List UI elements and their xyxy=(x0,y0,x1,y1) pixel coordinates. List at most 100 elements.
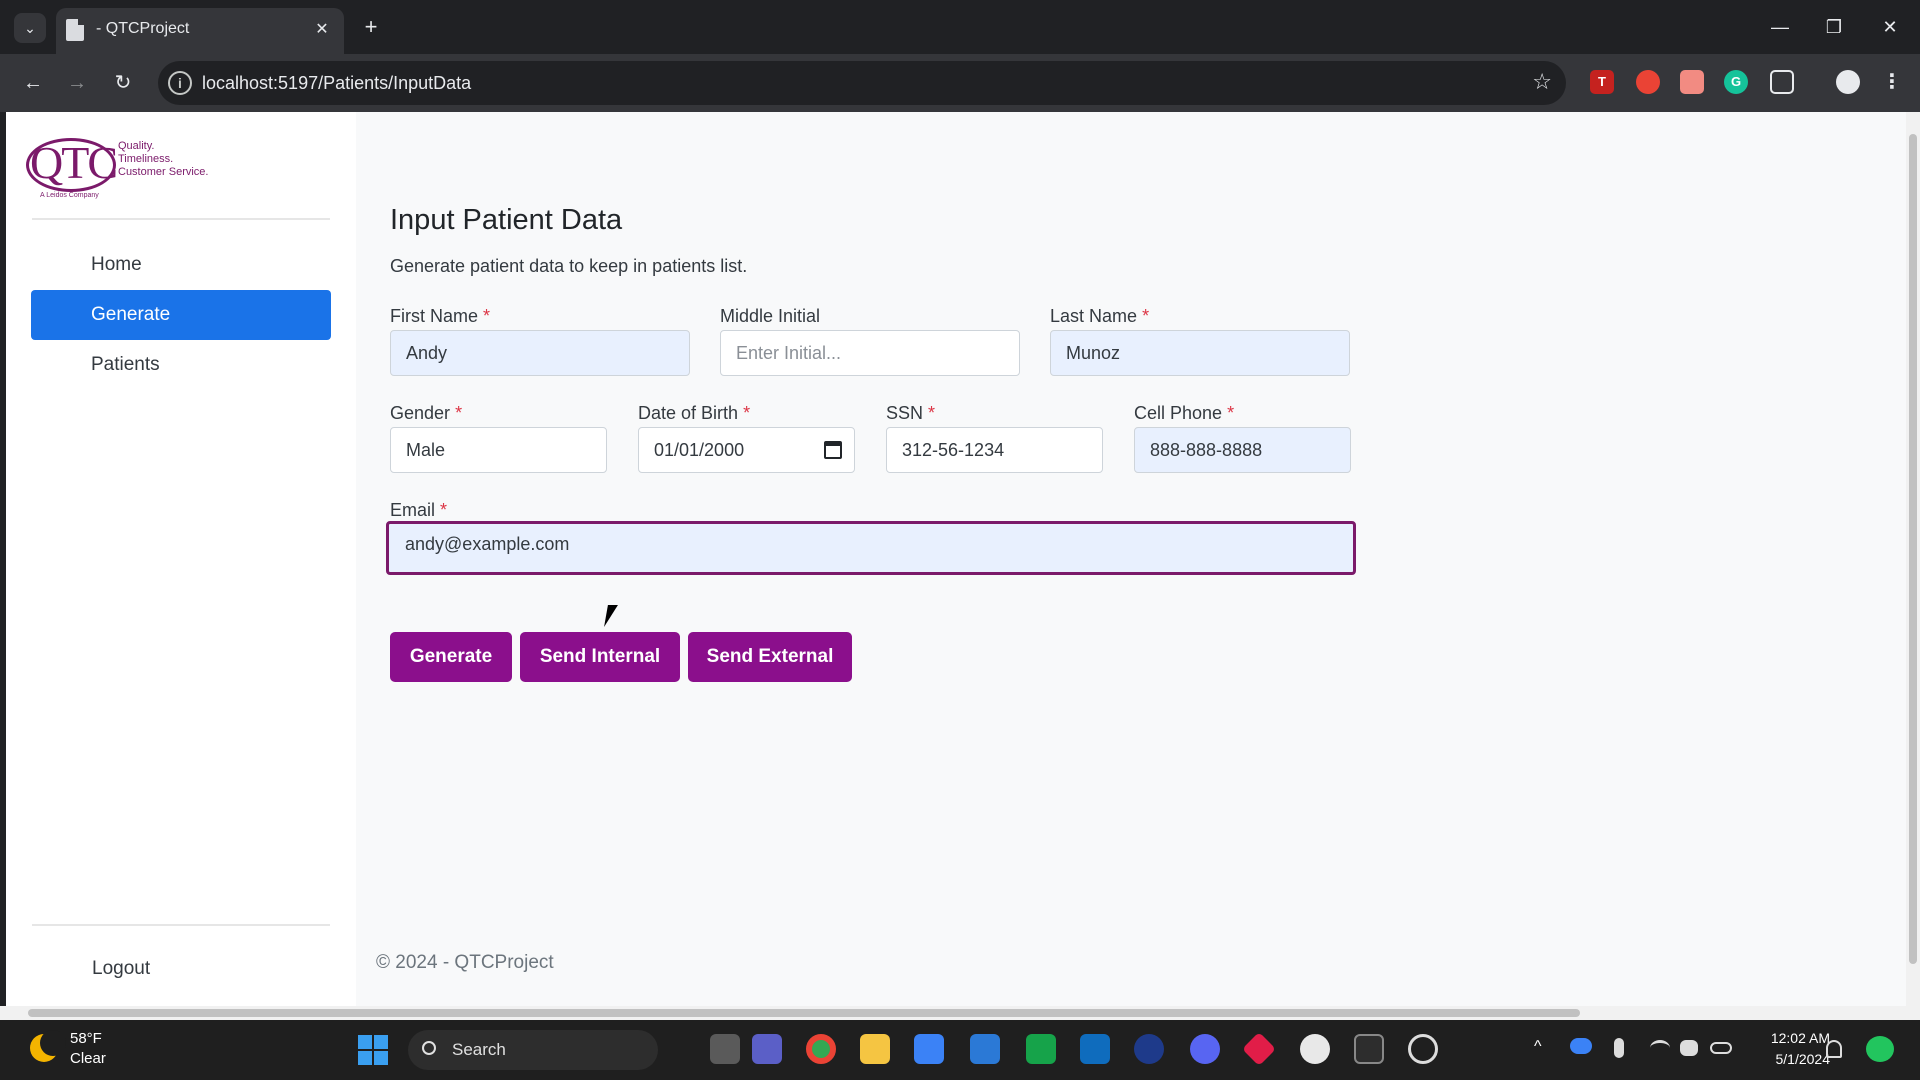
outlook-icon[interactable] xyxy=(1080,1034,1110,1064)
mail-icon[interactable] xyxy=(970,1034,1000,1064)
discord-icon[interactable] xyxy=(1190,1034,1220,1064)
bookmark-star-icon[interactable]: ☆ xyxy=(1532,69,1552,95)
microsoft-store-icon[interactable] xyxy=(914,1034,944,1064)
microphone-icon[interactable] xyxy=(1614,1038,1624,1058)
weather-temperature[interactable]: 58°F xyxy=(70,1030,102,1047)
sidebar: QTC Quality. Timeliness. Customer Servic… xyxy=(6,112,356,1006)
dob-input[interactable]: 01/01/2000 xyxy=(638,427,855,473)
logout-link[interactable]: Logout xyxy=(92,958,150,980)
cell-phone-input[interactable]: 888-888-8888 xyxy=(1134,427,1351,473)
page-description: Generate patient data to keep in patient… xyxy=(390,256,748,276)
email-input[interactable]: andy@example.com xyxy=(386,521,1356,575)
horizontal-scrollbar[interactable] xyxy=(0,1006,1920,1020)
clock-time[interactable]: 12:02 AM xyxy=(1746,1030,1830,1046)
minimize-button[interactable]: — xyxy=(1760,10,1800,44)
ssn-input[interactable]: 312-56-1234 xyxy=(886,427,1103,473)
site-info-icon[interactable]: i xyxy=(168,71,192,95)
start-tile xyxy=(358,1051,372,1065)
extension-tp-icon[interactable]: T xyxy=(1590,70,1614,94)
sidebar-divider-top xyxy=(32,218,330,220)
qtc-logo[interactable]: QTC Quality. Timeliness. Customer Servic… xyxy=(26,134,250,206)
logo-tagline-3: Customer Service. xyxy=(118,166,209,178)
start-tile xyxy=(358,1035,372,1049)
required-marker: * xyxy=(483,306,491,326)
clock-date[interactable]: 5/1/2024 xyxy=(1746,1051,1831,1067)
app-circle-icon[interactable] xyxy=(1134,1034,1164,1064)
vertical-scrollbar-thumb[interactable] xyxy=(1909,134,1917,964)
browser-tab[interactable]: - QTCProject ✕ xyxy=(56,8,344,54)
teams-icon[interactable] xyxy=(752,1034,782,1064)
extension-screen-icon[interactable] xyxy=(1680,70,1704,94)
required-marker: * xyxy=(743,403,751,423)
close-window-button[interactable]: ✕ xyxy=(1870,10,1910,44)
url-text[interactable]: localhost:5197/Patients/InputData xyxy=(202,73,471,94)
browser-tab-bar: ⌄ - QTCProject ✕ + — ❐ ✕ xyxy=(0,0,1920,54)
browser-menu-icon[interactable]: ⋮ xyxy=(1880,70,1904,94)
tab-search-button[interactable]: ⌄ xyxy=(14,13,46,43)
required-marker: * xyxy=(440,500,448,520)
start-button[interactable] xyxy=(358,1035,388,1065)
first-name-input[interactable]: Andy xyxy=(390,330,690,376)
extension-record-icon[interactable] xyxy=(1636,70,1660,94)
gender-input[interactable]: Male xyxy=(390,427,607,473)
generate-button[interactable]: Generate xyxy=(390,632,512,682)
required-marker: * xyxy=(928,403,936,423)
main-content: Input Patient Data Generate patient data… xyxy=(356,112,1912,1006)
page-viewport: QTC Quality. Timeliness. Customer Servic… xyxy=(6,112,1920,1006)
slack-icon[interactable] xyxy=(1300,1034,1330,1064)
notification-bell-icon[interactable] xyxy=(1826,1040,1842,1058)
calendar-icon[interactable] xyxy=(824,441,842,459)
windows-taskbar: 58°F Clear Search ^ 12:02 AM 5/1/2024 xyxy=(0,1020,1920,1080)
copilot-icon[interactable] xyxy=(1866,1036,1894,1062)
page-title: Input Patient Data xyxy=(390,204,623,236)
wifi-icon[interactable] xyxy=(1650,1040,1670,1056)
task-view-icon[interactable] xyxy=(710,1034,740,1064)
extension-grammarly-icon[interactable]: G xyxy=(1724,70,1748,94)
middle-initial-input[interactable]: Enter Initial... xyxy=(720,330,1020,376)
address-bar[interactable]: i localhost:5197/Patients/InputData ☆ xyxy=(158,61,1566,105)
forward-button[interactable]: → xyxy=(60,66,94,100)
speaker-muted-icon[interactable] xyxy=(1680,1040,1698,1056)
vertical-scrollbar[interactable] xyxy=(1906,112,1920,1006)
taskbar-search[interactable]: Search xyxy=(408,1030,658,1070)
onedrive-icon[interactable] xyxy=(1570,1038,1592,1054)
send-internal-button[interactable]: Send Internal xyxy=(520,632,680,682)
profile-avatar-icon[interactable] xyxy=(1836,70,1860,94)
gender-label: Gender * xyxy=(390,403,462,424)
cell-phone-label: Cell Phone * xyxy=(1134,403,1234,424)
page-favicon-icon xyxy=(66,19,84,41)
sidebar-item-patients[interactable]: Patients xyxy=(31,340,331,390)
terminal-icon[interactable] xyxy=(1354,1034,1384,1064)
restore-button[interactable]: ❐ xyxy=(1814,10,1854,44)
logo-tagline-1: Quality. xyxy=(118,140,155,152)
file-explorer-icon[interactable] xyxy=(860,1034,890,1064)
battery-icon[interactable] xyxy=(1710,1042,1732,1054)
page-footer: © 2024 - QTCProject xyxy=(376,952,554,973)
back-button[interactable]: ← xyxy=(16,66,50,100)
dob-label-text: Date of Birth xyxy=(638,403,739,423)
sidebar-item-home[interactable]: Home xyxy=(31,240,331,290)
chrome-icon[interactable] xyxy=(806,1034,836,1064)
horizontal-scrollbar-thumb[interactable] xyxy=(28,1009,1580,1017)
tab-close-icon[interactable]: ✕ xyxy=(310,18,334,42)
required-marker: * xyxy=(1142,306,1150,326)
send-external-button[interactable]: Send External xyxy=(688,632,852,682)
start-tile xyxy=(374,1051,388,1065)
weather-condition[interactable]: Clear xyxy=(70,1050,106,1067)
last-name-input[interactable]: Munoz xyxy=(1050,330,1350,376)
sidebar-item-generate[interactable]: Generate xyxy=(31,290,331,340)
weather-moon-icon[interactable] xyxy=(30,1030,66,1062)
logo-mark: QTC xyxy=(26,134,118,192)
settings-gear-icon[interactable] xyxy=(1408,1034,1438,1064)
red-diamond-app-icon[interactable] xyxy=(1242,1032,1276,1066)
new-tab-button[interactable]: + xyxy=(356,13,386,43)
extensions-puzzle-icon[interactable] xyxy=(1770,70,1794,94)
browser-toolbar: ← → ↻ i localhost:5197/Patients/InputDat… xyxy=(0,54,1920,112)
tray-overflow-chevron-icon[interactable]: ^ xyxy=(1534,1038,1542,1056)
dob-value: 01/01/2000 xyxy=(654,440,745,460)
logo-tagline-2: Timeliness. xyxy=(118,153,174,165)
reload-button[interactable]: ↻ xyxy=(106,66,140,100)
xbox-icon[interactable] xyxy=(1026,1034,1056,1064)
middle-initial-label: Middle Initial xyxy=(720,306,821,326)
last-name-label-text: Last Name xyxy=(1050,306,1138,326)
